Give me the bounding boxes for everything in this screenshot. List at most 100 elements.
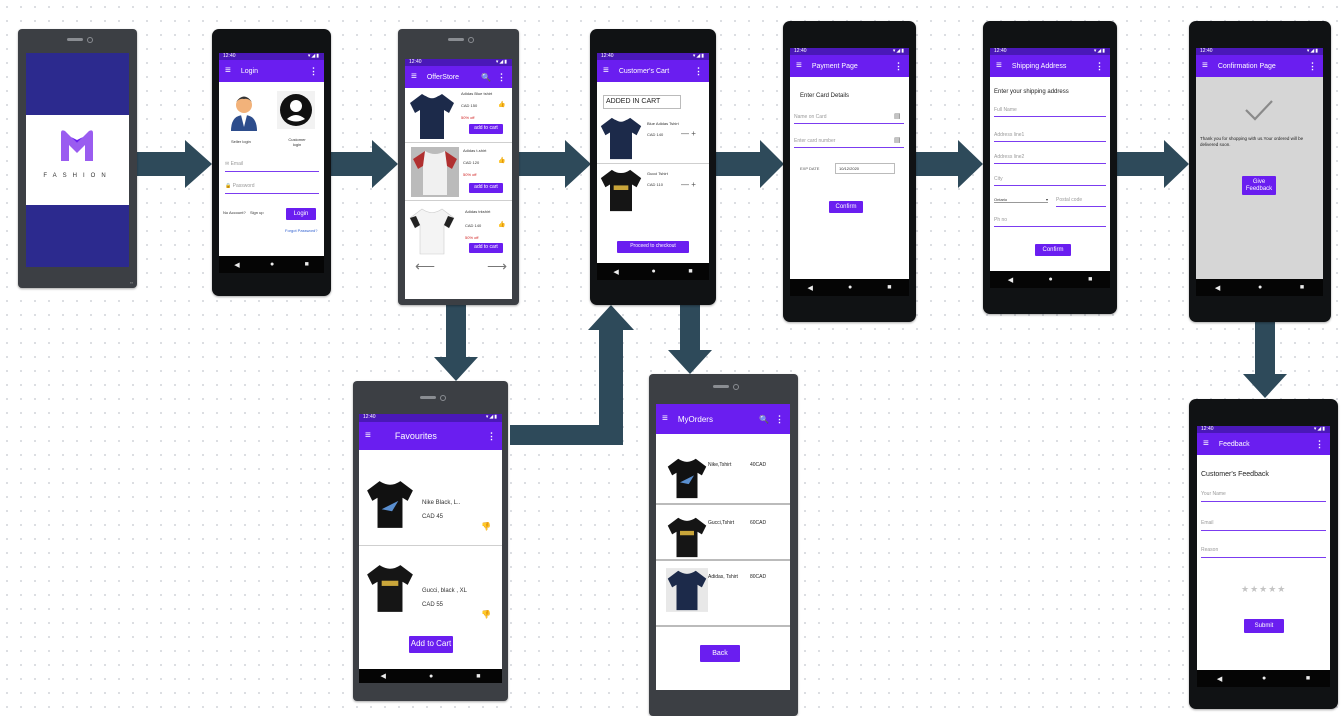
checkout-button[interactable]: Proceed to checkout <box>617 241 689 253</box>
rating-stars[interactable]: ★★★★★ <box>1241 584 1286 595</box>
menu-icon[interactable]: ≡ <box>1203 439 1209 449</box>
orders-phone: ≡ MyOrders 🔍 ⋮ Nike,Tshirt 40CAD Gucci,T… <box>649 374 798 716</box>
add-to-cart-button[interactable]: add to cart <box>469 183 503 193</box>
home-nav-icon[interactable]: ● <box>429 673 433 680</box>
menu-icon[interactable]: ≡ <box>365 431 371 441</box>
overflow-menu-icon[interactable]: ⋮ <box>309 66 318 76</box>
store-item-image <box>409 208 455 255</box>
back-nav-icon[interactable]: ◀ <box>1008 276 1013 284</box>
overflow-menu-icon[interactable]: ⋮ <box>694 66 703 76</box>
thumbs-down-icon[interactable]: 👎 <box>481 610 491 619</box>
back-nav-icon[interactable]: ◀ <box>613 268 618 276</box>
card-number-field[interactable]: Enter card number <box>794 138 835 144</box>
thumbs-up-icon[interactable]: 👍 <box>498 101 505 108</box>
thumbs-down-icon[interactable]: 👎 <box>481 522 491 531</box>
expiry-field[interactable]: 10/12/2020 <box>835 163 895 174</box>
feedback-phone: 12:40 ▾◢▮ ≡ Feedback ⋮ Customer's Feedbac… <box>1189 399 1338 709</box>
menu-icon[interactable]: ≡ <box>603 66 609 76</box>
previous-arrow-icon[interactable]: ⟵ <box>415 258 435 275</box>
home-nav-icon[interactable]: ● <box>1262 675 1266 682</box>
quantity-stepper[interactable]: — + <box>681 129 696 138</box>
your-name-field[interactable]: Your Name <box>1201 491 1226 497</box>
menu-icon[interactable]: ≡ <box>1202 61 1208 71</box>
overflow-menu-icon[interactable]: ⋮ <box>894 61 903 71</box>
recent-nav-icon[interactable]: ■ <box>1300 284 1304 291</box>
signup-link[interactable]: Sign up <box>250 210 264 215</box>
next-arrow-icon[interactable]: ⟶ <box>487 258 507 275</box>
recent-nav-icon[interactable]: ■ <box>1088 276 1092 283</box>
menu-icon[interactable]: ≡ <box>996 61 1002 71</box>
card-name-field[interactable]: Name on Card <box>794 114 827 120</box>
address-line1-field[interactable]: Address line1 <box>994 132 1024 138</box>
forgot-password-link[interactable]: Forgot Password? <box>285 228 317 233</box>
thumbs-up-icon[interactable]: 👍 <box>498 221 505 228</box>
full-name-field[interactable]: Full Name <box>994 107 1017 113</box>
menu-icon[interactable]: ≡ <box>225 66 231 76</box>
menu-icon[interactable]: ≡ <box>411 72 417 82</box>
home-nav-icon[interactable]: ● <box>1258 284 1262 291</box>
seller-avatar-icon[interactable] <box>229 93 259 131</box>
phone-field[interactable]: Ph no <box>994 217 1007 223</box>
quantity-stepper[interactable]: — + <box>681 180 696 189</box>
confirm-button[interactable]: Confirm <box>829 201 863 213</box>
cart-title: Customer's Cart <box>618 67 670 75</box>
calendar-icon[interactable]: ▤ <box>894 112 901 120</box>
calendar-icon[interactable]: ▤ <box>894 136 901 144</box>
thumbs-up-icon[interactable]: 👍 <box>498 157 505 164</box>
recent-nav-icon[interactable]: ■ <box>476 673 480 680</box>
recent-nav-icon[interactable]: ■ <box>887 284 891 291</box>
overflow-menu-icon[interactable]: ⋮ <box>1308 61 1317 71</box>
payment-appbar: ≡ Payment Page ⋮ <box>790 55 909 77</box>
menu-icon[interactable]: ≡ <box>796 61 802 71</box>
give-feedback-button[interactable]: Give Feedback <box>1242 176 1276 195</box>
customer-avatar-icon[interactable] <box>277 91 315 129</box>
confirmation-title: Confirmation Page <box>1217 62 1276 70</box>
recent-nav-icon[interactable]: ■ <box>688 268 692 275</box>
back-button[interactable]: Back <box>700 645 740 662</box>
home-nav-icon[interactable]: ● <box>270 261 274 268</box>
overflow-menu-icon[interactable]: ⋮ <box>497 72 506 82</box>
cart-heading: ADDED IN CART <box>603 95 681 109</box>
overflow-menu-icon[interactable]: ⋮ <box>487 431 496 441</box>
submit-button[interactable]: Submit <box>1244 619 1284 633</box>
favourites-phone: 12:40 ▾◢▮ ≡ Favourites ⋮ Nike Black, L.. … <box>353 381 508 701</box>
confirm-button[interactable]: Confirm <box>1035 244 1071 256</box>
search-icon[interactable]: 🔍 <box>759 415 769 424</box>
home-nav-icon[interactable]: ● <box>848 284 852 291</box>
store-item-image <box>410 94 454 139</box>
login-button[interactable]: Login <box>286 208 316 220</box>
overflow-menu-icon[interactable]: ⋮ <box>1315 439 1324 449</box>
recent-nav-icon[interactable]: ■ <box>305 261 309 268</box>
email-field[interactable]: ✉ Email <box>225 161 319 167</box>
search-icon[interactable]: 🔍 <box>481 73 491 82</box>
back-nav-icon[interactable]: ◀ <box>234 261 239 269</box>
recent-nav-icon[interactable]: ■ <box>1306 675 1310 682</box>
reason-field[interactable]: Reason <box>1201 547 1218 553</box>
arrow-shipping-to-confirmation <box>1117 140 1189 188</box>
store-item-name: Adidas Blue tshirt <box>461 91 493 96</box>
phone-speaker <box>712 384 739 390</box>
address-line2-field[interactable]: Address line2 <box>994 154 1024 160</box>
back-nav-icon[interactable]: ◀ <box>381 672 386 680</box>
overflow-menu-icon[interactable]: ⋮ <box>775 414 784 424</box>
city-field[interactable]: City <box>994 176 1003 182</box>
back-nav-icon[interactable]: ◀ <box>1217 675 1222 683</box>
email-field[interactable]: Email <box>1201 520 1214 526</box>
home-nav-icon[interactable]: ● <box>651 268 655 275</box>
home-nav-icon[interactable]: ● <box>1048 276 1052 283</box>
password-underline <box>225 193 319 194</box>
status-bar: 12:40 ▾◢▮ <box>790 48 909 55</box>
back-nav-icon[interactable]: ◀ <box>1215 284 1220 292</box>
add-to-cart-button[interactable]: Add to Cart <box>409 636 453 653</box>
overflow-menu-icon[interactable]: ⋮ <box>1095 61 1104 71</box>
province-select[interactable]: Ontario ▾ <box>994 197 1048 203</box>
add-to-cart-button[interactable]: add to cart <box>469 243 503 253</box>
favourite-item-price: CAD 55 <box>422 602 444 608</box>
password-field[interactable]: 🔒 Password <box>225 183 319 189</box>
field-underline <box>1201 530 1326 531</box>
back-nav-icon[interactable]: ◀ <box>808 284 813 292</box>
splash-resolution-label: ▪▪ <box>130 280 133 285</box>
add-to-cart-button[interactable]: add to cart <box>469 124 503 134</box>
menu-icon[interactable]: ≡ <box>662 414 668 424</box>
postal-code-field[interactable]: Postal code <box>1056 197 1082 203</box>
